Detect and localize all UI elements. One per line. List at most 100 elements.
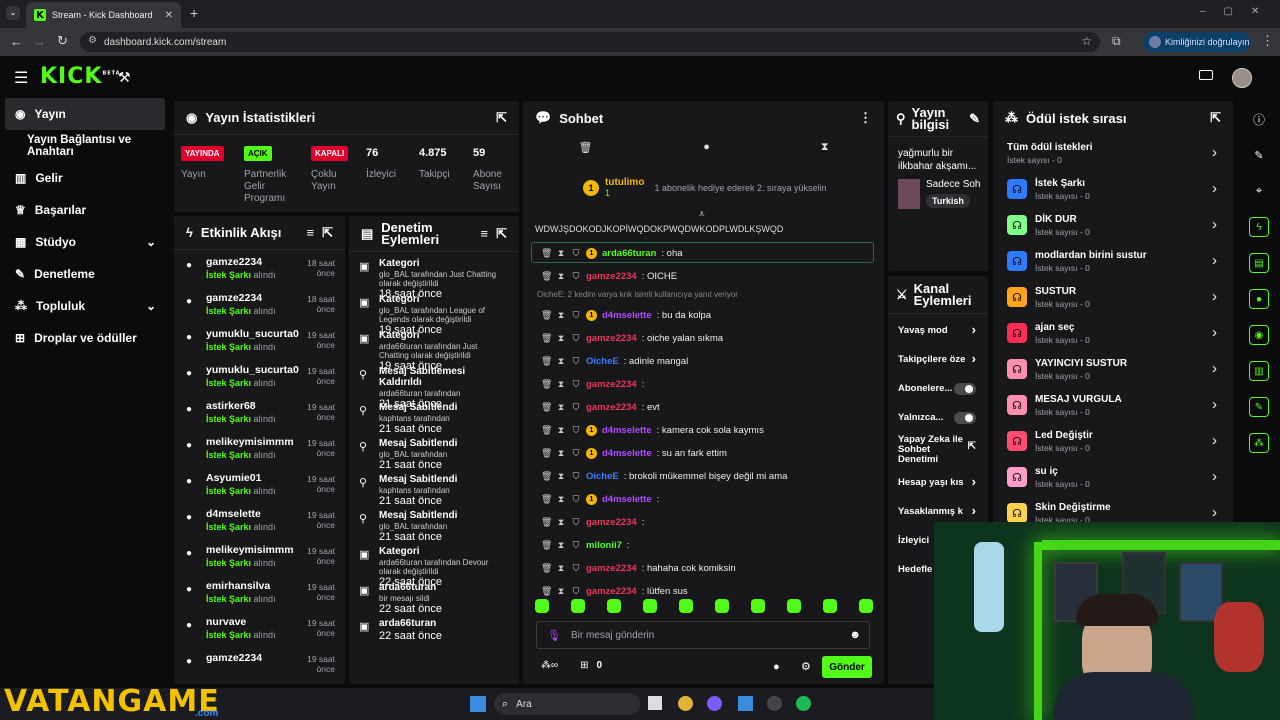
moderation-item[interactable]: ⚲ Mesaj Sabitlendi kaphtans tarafından 21 s… — [349, 396, 519, 435]
shield-icon[interactable]: ⛉ — [571, 310, 581, 321]
chat-message[interactable]: 🗑 ⧗ ⛉ OicheE: brokoli mükemmel bişey değil … — [523, 465, 884, 488]
hourglass-icon[interactable]: ⧗ — [556, 517, 566, 528]
reward-item[interactable]: ☊ modlardan birini sustur İstek sayısı - 0… — [993, 243, 1233, 279]
shield-icon[interactable]: ⛉ — [571, 356, 581, 367]
channel-action-item[interactable]: Yavaş mod › — [888, 316, 988, 345]
hammer-icon[interactable]: ⚒ — [118, 69, 131, 86]
user-avatar[interactable] — [1232, 68, 1252, 88]
trash-icon[interactable]: 🗑 — [541, 310, 552, 321]
popout-icon[interactable]: ⇱ — [496, 226, 507, 242]
chat-username[interactable]: gamze2234 — [586, 402, 637, 413]
hourglass-icon[interactable]: ⧗ — [556, 586, 566, 597]
moderation-item[interactable]: ▣ arda66turan 22 saat önce — [349, 612, 519, 648]
emote-icon[interactable] — [571, 599, 585, 613]
hamburger-menu-icon[interactable]: ☰ — [14, 68, 28, 88]
community-icon[interactable]: ⁂ — [1238, 425, 1280, 461]
trash-icon[interactable]: 🗑 — [541, 379, 552, 390]
hourglass-icon[interactable]: ⧗ — [821, 141, 829, 161]
activity-item[interactable]: ● yumuklu_sucurta0 İstek Şarkı alındı 19 sa… — [174, 358, 345, 394]
emote-icon[interactable] — [715, 599, 729, 613]
chat-username[interactable]: gamze2234 — [586, 563, 637, 574]
hourglass-icon[interactable]: ⧗ — [556, 310, 566, 321]
moderation-item[interactable]: ⚲ Mesaj Sabitlendi glo_BAL tarafından 21 sa… — [349, 504, 519, 543]
reward-item[interactable]: ☊ YAYINCIYI SUSTUR İstek sayısı - 0 › — [993, 351, 1233, 387]
site-info-icon[interactable]: ⚙ — [88, 35, 97, 46]
trash-icon[interactable]: 🗑 — [578, 141, 592, 161]
close-tab-icon[interactable]: ✕ — [165, 10, 173, 21]
chat-message[interactable]: 🗑 ⧗ ⛉ 1 d4mselette: kamera cok sola kaymıs — [523, 419, 884, 442]
hourglass-icon[interactable]: ⧗ — [556, 379, 566, 390]
channel-action-item[interactable]: Hesap yaşı kıs › — [888, 468, 988, 497]
chat-username[interactable]: gamze2234 — [586, 333, 637, 344]
chat-message[interactable]: 🗑 ⧗ ⛉ gamze2234: — [523, 511, 884, 534]
trash-icon[interactable]: 🗑 — [541, 248, 552, 259]
file-explorer-icon[interactable] — [648, 696, 662, 710]
shield-icon[interactable]: ⛉ — [571, 379, 581, 390]
activity-item[interactable]: ● melikeymisimmm İstek Şarkı alındı 19 saat… — [174, 538, 345, 574]
chat-message[interactable]: 🗑 ⧗ ⛉ milonii7: — [523, 534, 884, 557]
chat-message[interactable]: 🗑 ⧗ ⛉ gamze2234: evt — [523, 396, 884, 419]
discord-icon[interactable] — [707, 696, 722, 711]
edit-icon[interactable]: ✎ — [969, 111, 980, 127]
sidebar-item-denetleme[interactable]: ✎ Denetleme — [0, 258, 170, 290]
shield-icon[interactable]: ⛉ — [571, 425, 581, 436]
moderation-item[interactable]: ▣ Kategori glo_BAL tarafından League of Leg… — [349, 288, 519, 336]
hourglass-icon[interactable]: ⧗ — [556, 402, 566, 413]
moderation-item[interactable]: ▣ Kategori arda66turan tarafından Just Chat… — [349, 324, 519, 372]
trash-icon[interactable]: 🗑 — [541, 356, 552, 367]
trash-icon[interactable]: 🗑 — [541, 402, 552, 413]
chat-message[interactable]: 🗑 ⧗ ⛉ 1 arda66turan: oha — [523, 242, 884, 265]
moderation-item[interactable]: ⚲ Mesaj Sabitlendi glo_BAL tarafından 21 sa… — [349, 432, 519, 471]
layout-icon[interactable]: ▥ — [1238, 353, 1280, 389]
shield-icon[interactable]: ⛉ — [571, 333, 581, 344]
chat-username[interactable]: gamze2234 — [586, 517, 637, 528]
toggle-switch[interactable] — [954, 383, 976, 395]
activity-item[interactable]: ● d4mselette İstek Şarkı alındı 19 saat önc… — [174, 502, 345, 538]
trash-icon[interactable]: 🗑 — [541, 494, 552, 505]
chat-username[interactable]: OicheE — [586, 471, 619, 482]
emote-icon[interactable] — [679, 599, 693, 613]
points-icon[interactable]: ⁂∞ — [541, 660, 558, 671]
new-tab-icon[interactable]: + — [190, 5, 198, 21]
toggle-switch[interactable] — [954, 412, 976, 424]
shield-icon[interactable]: ⛉ — [571, 448, 581, 459]
shield-icon[interactable]: ⛉ — [571, 248, 581, 259]
moderation-item[interactable]: ▣ arda66turan bir mesajı sildi 22 saat önce — [349, 576, 519, 615]
lightning-icon[interactable]: ϟ — [1238, 209, 1280, 245]
chat-message[interactable]: 🗑 ⧗ ⛉ 1 d4mselette: bu da kolpa — [523, 304, 884, 327]
shield-icon[interactable]: ⛉ — [571, 271, 581, 282]
chat-username[interactable]: d4mselette — [602, 448, 652, 459]
chat-username[interactable]: gamze2234 — [586, 271, 637, 282]
url-field[interactable]: ⚙ dashboard.kick.com/stream ☆ — [80, 32, 1100, 52]
send-button[interactable]: Gönder — [822, 656, 872, 678]
reward-item[interactable]: ☊ ajan seç İstek sayısı - 0 › — [993, 315, 1233, 351]
trash-icon[interactable]: 🗑 — [541, 540, 552, 551]
mail-icon[interactable] — [738, 696, 753, 711]
emote-icon[interactable] — [859, 599, 873, 613]
hourglass-icon[interactable]: ⧗ — [556, 356, 566, 367]
chat-username[interactable]: gamze2234 — [586, 379, 637, 390]
hourglass-icon[interactable]: ⧗ — [556, 425, 566, 436]
trash-icon[interactable]: 🗑 — [541, 517, 552, 528]
shield-icon[interactable]: ⛉ — [571, 494, 581, 505]
channel-action-item[interactable]: Takipçilere öze › — [888, 345, 988, 374]
taskbar-search[interactable]: ⌕ Ara — [494, 693, 640, 715]
chat-icon[interactable]: ● — [1238, 281, 1280, 317]
moderation-item[interactable]: ⚲ Mesaj Sabitlendi kaphtans tarafından 21 s… — [349, 468, 519, 507]
trash-icon[interactable]: 🗑 — [541, 471, 552, 482]
chat-username[interactable]: milonii7 — [586, 540, 622, 551]
back-icon[interactable]: ← — [10, 34, 23, 49]
moderation-item[interactable]: ⚲ Mesaj Sabitlemesi Kaldırıldı arda66turan… — [349, 360, 519, 410]
trash-icon[interactable]: 🗑 — [541, 333, 552, 344]
pencil-icon[interactable]: ✎ — [1238, 137, 1280, 173]
shield-icon[interactable]: ⛉ — [571, 402, 581, 413]
popout-icon[interactable]: ⇱ — [496, 110, 507, 126]
chat-message[interactable]: 🗑 ⧗ ⛉ 1 d4mselette: su an fark ettim — [523, 442, 884, 465]
chat-message[interactable]: 🗑 ⧗ ⛉ gamze2234: oiche yalan sıkma — [523, 327, 884, 350]
chat-username[interactable]: d4mselette — [602, 494, 652, 505]
filter-icon[interactable]: ≡ — [481, 226, 489, 241]
activity-item[interactable]: ● yumuklu_sucurta0 İstek Şarkı alındı 19 sa… — [174, 322, 345, 358]
channel-action-item[interactable]: Abonelere... — [888, 374, 988, 403]
gear-icon[interactable]: ⚙ — [801, 660, 811, 673]
popout-icon[interactable]: ⇱ — [968, 442, 976, 452]
